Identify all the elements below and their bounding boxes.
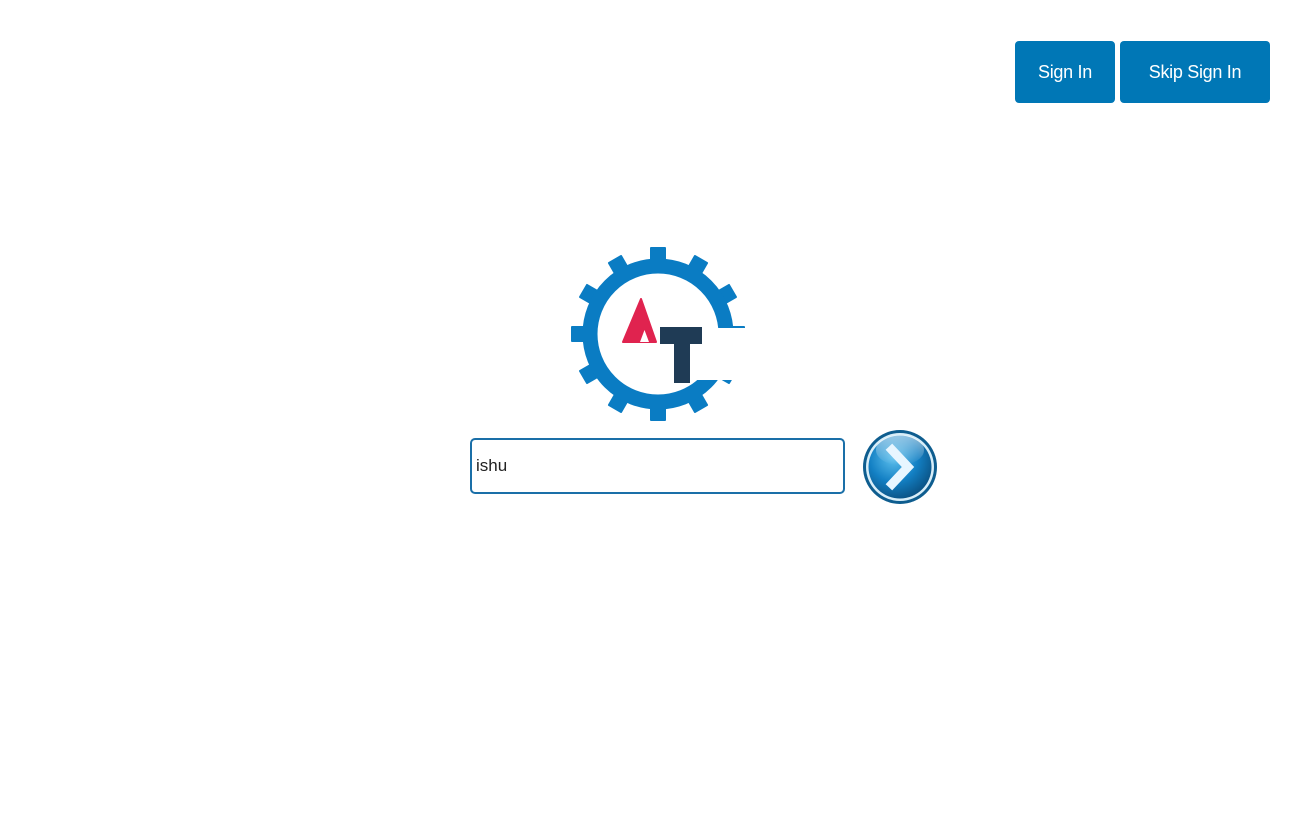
chevron-right-icon xyxy=(863,430,937,504)
header-actions: Sign In Skip Sign In xyxy=(1015,41,1270,103)
gear-logo-icon xyxy=(571,247,748,421)
sign-in-button[interactable]: Sign In xyxy=(1015,41,1115,103)
go-button[interactable] xyxy=(861,428,939,506)
skip-sign-in-button[interactable]: Skip Sign In xyxy=(1120,41,1270,103)
sign-in-page: Sign In Skip Sign In xyxy=(0,0,1295,814)
search-input[interactable] xyxy=(470,438,845,494)
logo-triangle xyxy=(622,298,657,343)
